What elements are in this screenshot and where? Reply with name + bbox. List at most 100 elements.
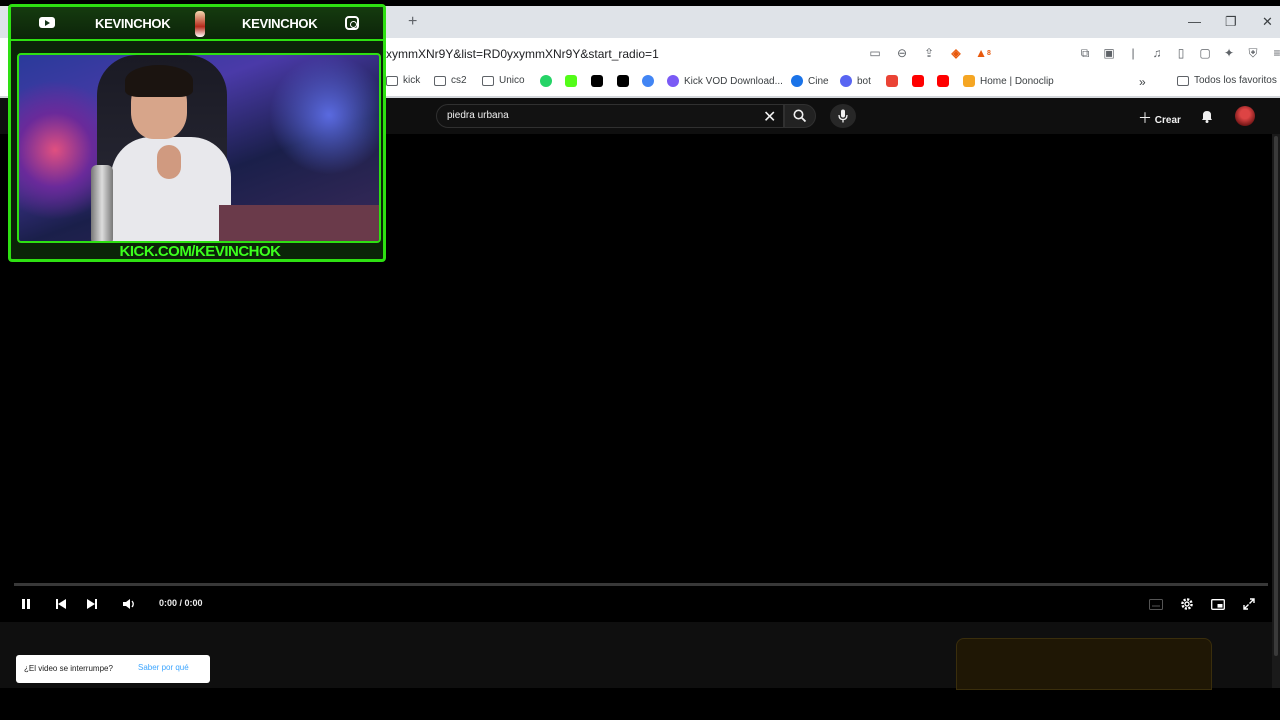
- whatsapp-icon: [540, 75, 552, 87]
- subtitles-button[interactable]: [1148, 596, 1164, 612]
- volume-icon: [123, 599, 134, 609]
- streamer-hand: [157, 145, 181, 179]
- player-controls: 0:00 / 0:00: [0, 592, 1280, 616]
- wallet-icon[interactable]: ▢: [1196, 44, 1214, 62]
- bookmark-cine[interactable]: Cine: [791, 75, 829, 87]
- fullscreen-icon: [1243, 598, 1255, 610]
- fullscreen-button[interactable]: [1241, 596, 1257, 612]
- recommendation-card[interactable]: [956, 638, 1212, 690]
- desk: [219, 205, 379, 241]
- miniplayer-icon: [1211, 598, 1225, 610]
- next-icon: [87, 599, 97, 609]
- search-button[interactable]: [784, 104, 816, 128]
- search-box[interactable]: piedra urbana ✕: [436, 104, 784, 128]
- toast-message: ¿El video se interrumpe?: [24, 664, 113, 673]
- voice-search-button[interactable]: [830, 104, 856, 128]
- menu-icon[interactable]: ≡: [1268, 44, 1280, 62]
- screenshot-icon[interactable]: ▣: [1100, 44, 1118, 62]
- microphone-icon: [838, 109, 848, 123]
- avatar[interactable]: [1235, 106, 1255, 126]
- bookmark-donoclip[interactable]: Home | Donoclip: [963, 75, 1054, 87]
- music-icon[interactable]: ♫: [1148, 44, 1166, 62]
- url-field[interactable]: xymmXNr9Y&list=RD0yxymmXNr9Y&start_radio…: [386, 47, 659, 61]
- bookmark-unico[interactable]: Unico: [482, 75, 525, 86]
- bookmarks-overflow-button[interactable]: »: [1139, 75, 1146, 89]
- gmail-icon: [886, 75, 898, 87]
- restore-button[interactable]: ❐: [1225, 14, 1237, 30]
- bookmark-kick[interactable]: kick: [386, 75, 420, 86]
- close-window-button[interactable]: ✕: [1262, 14, 1273, 30]
- bookmark-bot[interactable]: bot: [840, 75, 871, 87]
- bookmark-gmail[interactable]: [886, 75, 898, 87]
- minimize-button[interactable]: —: [1188, 14, 1201, 29]
- capcut-icon: [617, 75, 629, 87]
- miniplayer-button[interactable]: [1210, 596, 1226, 612]
- all-bookmarks[interactable]: Todos los favoritos: [1177, 75, 1277, 86]
- cine-icon: [791, 75, 803, 87]
- divider-icon: |: [1131, 46, 1135, 60]
- cast-icon[interactable]: ▭: [866, 44, 884, 62]
- channel-url: KICK.COM/KEVINCHOK: [119, 243, 281, 260]
- folder-icon: [386, 75, 398, 86]
- search-icon: [793, 109, 807, 123]
- clear-search-icon[interactable]: ✕: [763, 107, 776, 127]
- bookmark-chrome[interactable]: [642, 75, 654, 87]
- overlay-footer: KICK.COM/KEVINCHOK: [11, 243, 383, 260]
- progress-bar[interactable]: [14, 583, 1268, 586]
- create-button[interactable]: ＋ Crear: [1138, 108, 1181, 128]
- plus-icon: ＋: [1138, 110, 1152, 126]
- folder-icon: [1177, 75, 1189, 86]
- new-tab-button[interactable]: +: [408, 13, 417, 31]
- previous-icon: [56, 599, 66, 609]
- bookmark-capcut[interactable]: [617, 75, 629, 87]
- settings-button[interactable]: [1179, 596, 1195, 612]
- bookmark-youtube-2[interactable]: [937, 75, 949, 87]
- leo-ai-icon[interactable]: ✦: [1220, 44, 1238, 62]
- channel-handle: KEVINCHOK: [95, 16, 171, 31]
- bookmark-youtube[interactable]: [912, 75, 924, 87]
- notifications-bell-icon[interactable]: [1199, 108, 1215, 124]
- pause-icon: [22, 599, 30, 609]
- playback-tip-toast: ¿El video se interrumpe? Saber por qué: [16, 655, 210, 683]
- search-input[interactable]: piedra urbana: [447, 110, 509, 121]
- overlay-header: KEVINCHOK KEVINCHOK: [11, 7, 383, 41]
- brave-shields-icon[interactable]: ◈: [947, 44, 965, 62]
- bookmark-kick-vod[interactable]: Kick VOD Download...: [667, 75, 783, 87]
- youtube-icon: [937, 75, 949, 87]
- vpn-icon[interactable]: ⛨: [1244, 44, 1262, 62]
- thermos: [91, 165, 113, 241]
- rgb-light: [269, 55, 379, 175]
- webcam-feed: [17, 53, 381, 243]
- tiktok-icon: [591, 75, 603, 87]
- chrome-icon: [642, 75, 654, 87]
- gear-icon: [1181, 598, 1193, 610]
- brave-rewards-icon[interactable]: ▲ 8: [974, 44, 992, 62]
- pause-button[interactable]: [18, 596, 34, 612]
- bookmark-kick-app[interactable]: [565, 75, 577, 87]
- sidebar-icon[interactable]: ▯: [1172, 44, 1190, 62]
- scrollbar-thumb[interactable]: [1274, 136, 1278, 656]
- youtube-icon: [912, 75, 924, 87]
- webcam-overlay: KEVINCHOK KEVINCHOK KICK.COM/KEVINCHOK: [8, 4, 386, 262]
- bookmark-cs2[interactable]: cs2: [434, 75, 467, 86]
- mute-button[interactable]: [121, 596, 137, 612]
- previous-button[interactable]: [53, 596, 69, 612]
- zoom-icon[interactable]: ⊖: [893, 44, 911, 62]
- rewards-badge: 8: [986, 49, 991, 57]
- instagram-icon: [345, 16, 359, 30]
- kick-vod-icon: [667, 75, 679, 87]
- next-button[interactable]: [84, 596, 100, 612]
- share-icon[interactable]: ⇪: [920, 44, 938, 62]
- extensions-icon[interactable]: ⧉: [1076, 44, 1094, 62]
- bookmark-whatsapp[interactable]: [540, 75, 552, 87]
- kick-icon: [565, 75, 577, 87]
- streamer-hair: [125, 65, 193, 97]
- learn-why-link[interactable]: Saber por qué: [138, 663, 189, 672]
- youtube-icon: [39, 17, 55, 28]
- folder-icon: [434, 75, 446, 86]
- donoclip-icon: [963, 75, 975, 87]
- discord-icon: [840, 75, 852, 87]
- mascot-icon: [195, 11, 205, 37]
- channel-handle: KEVINCHOK: [242, 16, 318, 31]
- bookmark-tiktok[interactable]: [591, 75, 603, 87]
